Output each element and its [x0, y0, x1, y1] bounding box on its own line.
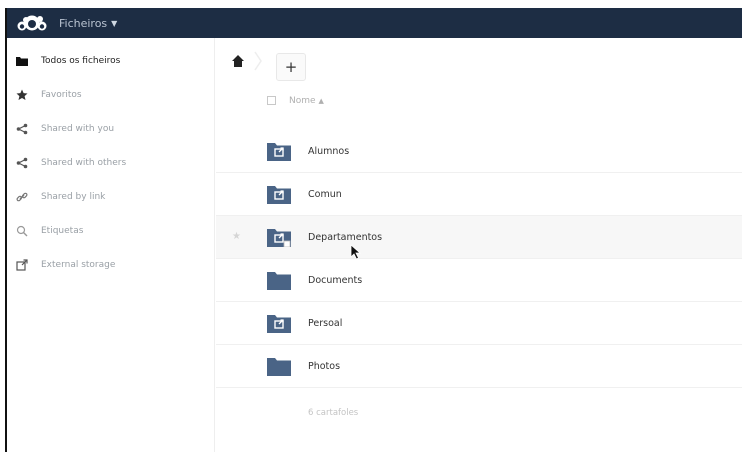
shared-folder-icon	[267, 143, 291, 161]
external-storage-icon	[15, 258, 29, 272]
table-row[interactable]: Documents	[216, 259, 742, 302]
sidebar-item-label: Favoritos	[41, 90, 82, 100]
sidebar-item-shared-by-link[interactable]: Shared by link	[7, 180, 215, 214]
app-name: Ficheiros	[59, 16, 108, 30]
favorite-star-icon[interactable]: ★	[232, 231, 241, 242]
tag-search-icon	[15, 224, 29, 238]
file-name[interactable]: Documents	[308, 259, 362, 302]
table-row[interactable]: ★ Departamentos	[216, 216, 742, 259]
sidebar-item-label: Shared with others	[41, 158, 127, 168]
sidebar-item-favorites[interactable]: Favoritos	[7, 78, 215, 112]
file-name[interactable]: Comun	[308, 173, 342, 216]
shared-folder-icon	[267, 315, 291, 333]
share-icon	[15, 156, 29, 170]
sidebar-item-external-storage[interactable]: External storage	[7, 248, 215, 282]
breadcrumb: +	[216, 38, 742, 82]
table-row[interactable]: Persoal	[216, 302, 742, 345]
folder-icon	[267, 272, 291, 290]
cloud-logo-icon[interactable]	[14, 12, 50, 34]
file-name[interactable]: Departamentos	[308, 216, 382, 259]
sidebar-item-label: External storage	[41, 260, 116, 270]
sidebar-item-shared-with-others[interactable]: Shared with others	[7, 146, 215, 180]
select-all-checkbox[interactable]	[267, 96, 276, 105]
sidebar-item-label: Shared by link	[41, 192, 106, 202]
star-icon	[15, 88, 29, 102]
file-list-area: + Nome ▲ Alumnos Comun ★ Departamentos D…	[216, 38, 742, 452]
file-name[interactable]: Persoal	[308, 302, 342, 345]
top-header: Ficheiros ▼	[7, 8, 742, 38]
folder-icon	[15, 54, 29, 68]
share-icon	[15, 122, 29, 136]
sidebar-item-all-files[interactable]: Todos os ficheiros	[7, 44, 215, 78]
table-row[interactable]: Alumnos	[216, 130, 742, 173]
sort-ascending-icon: ▲	[318, 97, 324, 105]
sidebar-item-label: Shared with you	[41, 124, 115, 134]
shared-folder-icon	[267, 229, 291, 247]
breadcrumb-separator-icon	[254, 51, 262, 71]
shared-folder-icon	[267, 186, 291, 204]
app-menu-toggle[interactable]: Ficheiros ▼	[59, 8, 117, 38]
link-icon	[15, 190, 29, 204]
caret-down-icon: ▼	[111, 18, 118, 28]
sidebar: Todos os ficheiros Favoritos Shared with…	[7, 38, 215, 452]
file-name[interactable]: Alumnos	[308, 130, 349, 173]
new-file-button[interactable]: +	[276, 53, 306, 81]
folder-icon	[267, 358, 291, 376]
table-row[interactable]: Comun	[216, 173, 742, 216]
sidebar-item-label: Etiquetas	[41, 226, 84, 236]
home-icon[interactable]	[228, 52, 248, 70]
file-list-header: Nome ▲	[216, 88, 742, 114]
sidebar-item-label: Todos os ficheiros	[41, 56, 121, 66]
name-column-label: Nome	[289, 96, 316, 106]
table-row[interactable]: Photos	[216, 345, 742, 388]
file-name[interactable]: Photos	[308, 345, 340, 388]
file-count-summary: 6 cartafoles	[308, 408, 359, 418]
app-window: Ficheiros ▼ Todos os ficheiros Favoritos…	[7, 8, 742, 452]
name-column-header[interactable]: Nome ▲	[289, 88, 324, 114]
sidebar-item-shared-with-you[interactable]: Shared with you	[7, 112, 215, 146]
sidebar-item-tags[interactable]: Etiquetas	[7, 214, 215, 248]
mouse-pointer-icon	[350, 244, 362, 260]
